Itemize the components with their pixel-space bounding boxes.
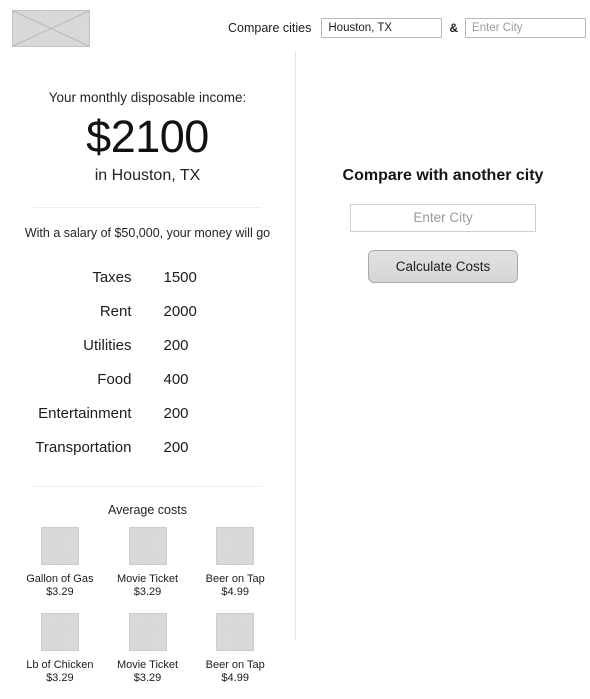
salary-summary-text: With a salary of $50,000, your money wil…: [24, 226, 271, 240]
expense-value: 2000: [163, 302, 197, 320]
city-two-input[interactable]: [465, 18, 587, 38]
item-thumbnail-icon: [128, 527, 167, 565]
expense-value: 200: [163, 336, 189, 354]
cost-item-price: $3.29: [46, 586, 74, 598]
cost-item-price: $4.99: [221, 672, 249, 684]
average-costs-row: Lb of Chicken $3.29 Movie Ticket $3.29 B…: [16, 613, 279, 685]
cost-item-name: Lb of Chicken: [26, 659, 94, 671]
divider-above-average-costs: [33, 486, 262, 487]
results-panel: Your monthly disposable income: $2100 in…: [0, 52, 295, 699]
table-row: Rent 2000: [16, 294, 279, 328]
item-thumbnail-icon: [128, 613, 167, 651]
table-row: Utilities 200: [16, 328, 279, 362]
cost-item-name: Gallon of Gas: [26, 573, 94, 585]
cost-item-name: Beer on Tap: [205, 573, 265, 585]
compare-panel: Compare with another city Calculate Cost…: [296, 52, 590, 283]
list-item: Beer on Tap $4.99: [191, 527, 279, 599]
cost-item-name: Beer on Tap: [205, 659, 265, 671]
item-thumbnail-icon: [216, 527, 255, 565]
expense-label: Entertainment: [38, 404, 132, 422]
table-row: Entertainment 200: [16, 396, 279, 430]
compare-panel-title: Compare with another city: [342, 167, 544, 184]
logo-placeholder-image: [12, 10, 90, 47]
expense-label: Transportation: [35, 438, 132, 456]
table-row: Transportation 200: [16, 430, 279, 464]
ampersand-separator: &: [449, 21, 459, 35]
expense-value: 1500: [163, 268, 197, 286]
item-thumbnail-icon: [40, 613, 79, 651]
cost-item-price: $3.29: [133, 586, 162, 598]
disposable-income-amount: $2100: [86, 111, 209, 162]
list-item: Beer on Tap $4.99: [191, 613, 279, 685]
cost-item-name: Movie Ticket: [116, 659, 179, 671]
list-item: Movie Ticket $3.29: [104, 613, 192, 685]
table-row: Taxes 1500: [16, 260, 279, 294]
expense-value: 400: [163, 370, 189, 388]
list-item: Gallon of Gas $3.29: [16, 527, 104, 599]
list-item: Lb of Chicken $3.29: [16, 613, 104, 685]
compare-cities-label: Compare cities: [228, 21, 312, 35]
income-caption: Your monthly disposable income:: [48, 90, 247, 105]
list-item: Movie Ticket $3.29: [104, 527, 192, 599]
compare-cities-bar: Compare cities &: [228, 18, 587, 38]
expense-label: Food: [97, 370, 132, 388]
expense-value: 200: [163, 438, 189, 456]
cost-item-name: Movie Ticket: [116, 573, 179, 585]
calculate-costs-button[interactable]: Calculate Costs: [368, 250, 518, 283]
expense-label: Rent: [99, 302, 132, 320]
expense-label: Utilities: [83, 336, 132, 354]
expense-label: Taxes: [92, 268, 132, 286]
divider-above-salary: [33, 207, 262, 208]
average-costs-grid: Gallon of Gas $3.29 Movie Ticket $3.29 B…: [16, 527, 279, 685]
placeholder-cross-icon: [13, 11, 89, 46]
page-header: Compare cities &: [0, 0, 590, 52]
compare-city-input[interactable]: [350, 204, 536, 232]
table-row: Food 400: [16, 362, 279, 396]
average-costs-title: Average costs: [108, 503, 187, 517]
city-one-input[interactable]: [321, 18, 443, 38]
cost-item-price: $3.29: [46, 672, 74, 684]
item-thumbnail-icon: [216, 613, 255, 651]
cost-item-price: $3.29: [133, 672, 162, 684]
income-city-label: in Houston, TX: [94, 167, 201, 184]
expense-breakdown-table: Taxes 1500 Rent 2000 Utilities 200 Food …: [16, 260, 279, 464]
cost-item-price: $4.99: [221, 586, 249, 598]
item-thumbnail-icon: [40, 527, 79, 565]
average-costs-row: Gallon of Gas $3.29 Movie Ticket $3.29 B…: [16, 527, 279, 599]
expense-value: 200: [163, 404, 189, 422]
